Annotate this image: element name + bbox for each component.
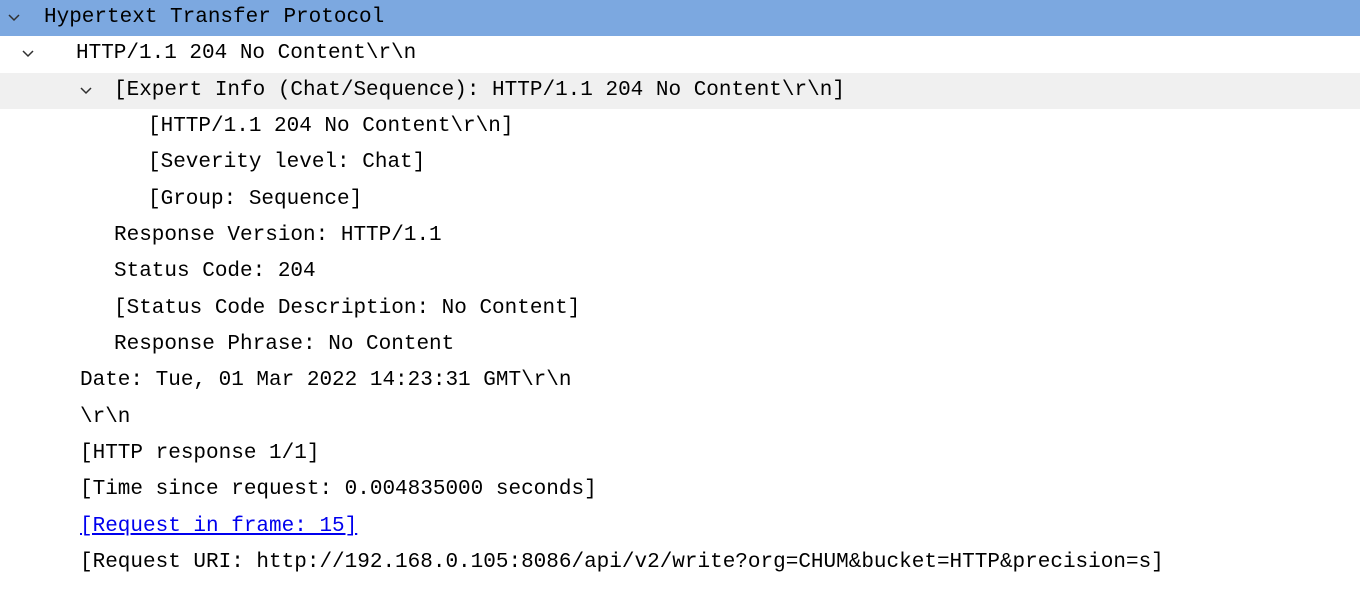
time-since-request-label: [Time since request: 0.004835000 seconds…	[80, 472, 1360, 508]
request-in-frame-row[interactable]: [Request in frame: 15]	[0, 509, 1360, 545]
expert-info-header-label: [Expert Info (Chat/Sequence): HTTP/1.1 2…	[96, 73, 1360, 109]
expert-info-group-row[interactable]: [Group: Sequence]	[0, 182, 1360, 218]
protocol-header-label: Hypertext Transfer Protocol	[24, 0, 1360, 36]
response-version-label: Response Version: HTTP/1.1	[114, 218, 1360, 254]
status-code-row[interactable]: Status Code: 204	[0, 254, 1360, 290]
expert-info-severity-label: [Severity level: Chat]	[148, 145, 1360, 181]
expert-info-message-row[interactable]: [HTTP/1.1 204 No Content\r\n]	[0, 109, 1360, 145]
response-phrase-row[interactable]: Response Phrase: No Content	[0, 327, 1360, 363]
response-phrase-label: Response Phrase: No Content	[114, 327, 1360, 363]
http-response-label: [HTTP response 1/1]	[80, 436, 1360, 472]
response-version-row[interactable]: Response Version: HTTP/1.1	[0, 218, 1360, 254]
date-label: Date: Tue, 01 Mar 2022 14:23:31 GMT\r\n	[80, 363, 1360, 399]
expert-info-severity-row[interactable]: [Severity level: Chat]	[0, 145, 1360, 181]
chevron-down-icon[interactable]	[4, 12, 24, 24]
request-in-frame-link[interactable]: [Request in frame: 15]	[80, 509, 1360, 545]
status-code-desc-row[interactable]: [Status Code Description: No Content]	[0, 291, 1360, 327]
status-line-label: HTTP/1.1 204 No Content\r\n	[38, 36, 1360, 72]
chevron-down-icon[interactable]	[76, 85, 96, 97]
expert-info-header-row[interactable]: [Expert Info (Chat/Sequence): HTTP/1.1 2…	[0, 73, 1360, 109]
expert-info-group-label: [Group: Sequence]	[148, 182, 1360, 218]
crlf-label: \r\n	[80, 400, 1360, 436]
status-code-label: Status Code: 204	[114, 254, 1360, 290]
http-response-row[interactable]: [HTTP response 1/1]	[0, 436, 1360, 472]
protocol-header-row[interactable]: Hypertext Transfer Protocol	[0, 0, 1360, 36]
time-since-request-row[interactable]: [Time since request: 0.004835000 seconds…	[0, 472, 1360, 508]
expert-info-message-label: [HTTP/1.1 204 No Content\r\n]	[148, 109, 1360, 145]
status-code-desc-label: [Status Code Description: No Content]	[114, 291, 1360, 327]
crlf-row[interactable]: \r\n	[0, 400, 1360, 436]
chevron-down-icon[interactable]	[18, 48, 38, 60]
request-uri-label: [Request URI: http://192.168.0.105:8086/…	[80, 545, 1360, 581]
date-row[interactable]: Date: Tue, 01 Mar 2022 14:23:31 GMT\r\n	[0, 363, 1360, 399]
status-line-row[interactable]: HTTP/1.1 204 No Content\r\n	[0, 36, 1360, 72]
request-uri-row[interactable]: [Request URI: http://192.168.0.105:8086/…	[0, 545, 1360, 581]
